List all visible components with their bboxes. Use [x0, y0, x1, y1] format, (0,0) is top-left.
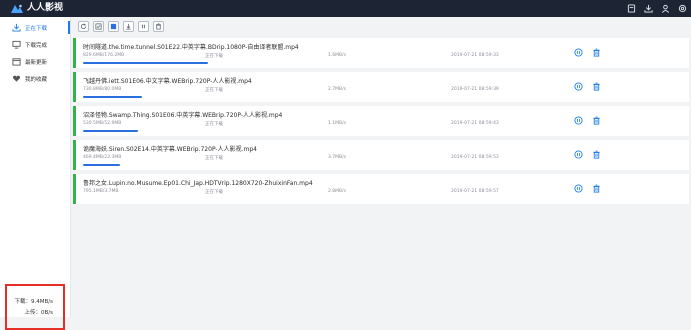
trash-icon — [156, 23, 161, 30]
checkbox-icon — [95, 23, 102, 30]
file-name: 沼泽怪物.Swamp.Thing.S01E06.中英字幕.WEBrip.720P… — [83, 112, 283, 119]
progress-bar — [83, 96, 142, 98]
upload-speed: 上传：0B/s — [24, 310, 54, 316]
file-name: 飞越丹佛.iett.S01E06.中文字幕.WEBrip.720P-人人影视.m… — [83, 78, 252, 85]
download-icon — [643, 4, 653, 13]
start-button[interactable] — [123, 21, 134, 32]
app-logo: 人人影视 — [10, 3, 63, 14]
delete-button[interactable] — [153, 21, 164, 32]
file-size: 795.1MB/3.7MB — [83, 189, 119, 194]
delete-item-button[interactable] — [592, 48, 601, 57]
play-circle-icon — [574, 82, 583, 91]
trash-icon — [593, 150, 600, 159]
file-size: 530.5MB/52.9MB — [83, 121, 122, 126]
resume-button[interactable] — [574, 150, 583, 159]
arrow-down-icon — [126, 23, 131, 30]
monitor-icon — [12, 40, 21, 49]
sidebar-item-downloading[interactable]: 正在下载 — [0, 21, 70, 34]
settings-button[interactable] — [674, 0, 690, 17]
file-size: 469.4MB/22.3MB — [83, 155, 122, 160]
sidebar-item-favorites[interactable]: 我的收藏 — [0, 72, 70, 85]
download-speed: 1.1MB/s — [328, 121, 346, 126]
checkbox-filled-icon — [110, 23, 117, 30]
delete-item-button[interactable] — [592, 184, 601, 193]
window-button[interactable] — [623, 0, 639, 17]
progress-bar — [83, 62, 208, 64]
download-item[interactable]: 鲁邦之女.Lupin.no.Musume.Ep01.Chi_Jap.HDTVri… — [73, 174, 689, 204]
user-icon — [661, 4, 669, 13]
speed-indicator: 下载：9.4MB/s 上传：0B/s — [5, 284, 65, 330]
sidebar: 正在下载 下载完成 最新更新 我的收藏 下载：9.4MB/s 上传：0B/s — [0, 17, 71, 330]
sidebar-item-latest[interactable]: 最新更新 — [0, 55, 70, 68]
download-item[interactable]: 时间隧道.the.time.tunnel.S01E22.中英字幕.BDrip.1… — [73, 38, 689, 68]
file-size: 730.8MB/80.0MB — [83, 87, 122, 92]
file-name: 时间隧道.the.time.tunnel.S01E22.中英字幕.BDrip.1… — [83, 44, 299, 51]
download-time: 2019-07-21 08:59:43 — [451, 121, 499, 126]
refresh-icon — [80, 23, 87, 30]
download-status: 正在下载 — [205, 54, 223, 59]
file-name: 鲁邦之女.Lupin.no.Musume.Ep01.Chi_Jap.HDTVri… — [83, 180, 313, 187]
user-button[interactable] — [657, 0, 673, 17]
select-button[interactable] — [108, 21, 119, 32]
sidebar-item-completed[interactable]: 下载完成 — [0, 38, 70, 51]
trash-icon — [593, 48, 600, 57]
download-item[interactable]: 飞越丹佛.iett.S01E06.中文字幕.WEBrip.720P-人人影视.m… — [73, 72, 689, 102]
progress-bar — [83, 130, 138, 132]
sidebar-item-label: 我的收藏 — [25, 76, 48, 83]
download-status: 正在下载 — [205, 156, 223, 161]
download-speed: 2.7MB/s — [328, 87, 346, 92]
play-circle-icon — [574, 116, 583, 125]
download-item[interactable]: 沼泽怪物.Swamp.Thing.S01E06.中英字幕.WEBrip.720P… — [73, 106, 689, 136]
resume-button[interactable] — [574, 116, 583, 125]
resume-button[interactable] — [574, 82, 583, 91]
title-bar: 人人影视 — [0, 0, 691, 17]
download-time: 2019-07-21 08:59:33 — [451, 53, 499, 58]
play-circle-icon — [574, 184, 583, 193]
download-time: 2019-07-21 08:59:57 — [451, 189, 499, 194]
delete-item-button[interactable] — [592, 116, 601, 125]
resume-button[interactable] — [574, 184, 583, 193]
refresh-button[interactable] — [78, 21, 89, 32]
calendar-icon — [12, 57, 21, 66]
download-status: 正在下载 — [205, 122, 223, 127]
settings-icon — [678, 4, 686, 13]
sidebar-item-label: 最新更新 — [25, 59, 48, 66]
app-title: 人人影视 — [27, 3, 64, 13]
download-item[interactable]: 诡魔海妖.Siren.S02E14.中英字幕.WEBrip.720P-人人影视.… — [73, 140, 689, 170]
download-speed: 下载：9.4MB/s — [14, 299, 53, 305]
select-all-button[interactable] — [93, 21, 104, 32]
play-circle-icon — [574, 150, 583, 159]
pause-icon — [142, 24, 145, 29]
logo-icon — [11, 4, 23, 13]
download-time: 2019-07-21 08:59:53 — [451, 155, 499, 160]
resume-button[interactable] — [574, 48, 583, 57]
download-status: 正在下载 — [205, 190, 223, 195]
file-name: 诡魔海妖.Siren.S02E14.中英字幕.WEBrip.720P-人人影视.… — [83, 146, 257, 153]
progress-bar — [83, 164, 120, 166]
download-speed: 3.7MB/s — [328, 155, 346, 160]
file-size: 829.6MB/176.2MB — [83, 53, 125, 58]
sidebar-item-label: 下载完成 — [25, 42, 48, 49]
delete-item-button[interactable] — [592, 82, 601, 91]
play-circle-icon — [574, 48, 583, 57]
download-speed: 1.6MB/s — [328, 53, 346, 58]
sidebar-item-label: 正在下载 — [25, 25, 48, 32]
download-status: 正在下载 — [205, 88, 223, 93]
heart-icon — [12, 74, 21, 83]
download-time: 2019-07-21 08:59:39 — [451, 87, 499, 92]
trash-icon — [593, 184, 600, 193]
pause-button[interactable] — [138, 21, 149, 32]
download-icon — [12, 23, 21, 32]
trash-icon — [593, 82, 600, 91]
trash-icon — [593, 116, 600, 125]
window-icon — [627, 4, 635, 13]
download-top-button[interactable] — [640, 0, 656, 17]
delete-item-button[interactable] — [592, 150, 601, 159]
download-speed: 2.8MB/s — [328, 189, 346, 194]
toolbar — [78, 21, 164, 32]
